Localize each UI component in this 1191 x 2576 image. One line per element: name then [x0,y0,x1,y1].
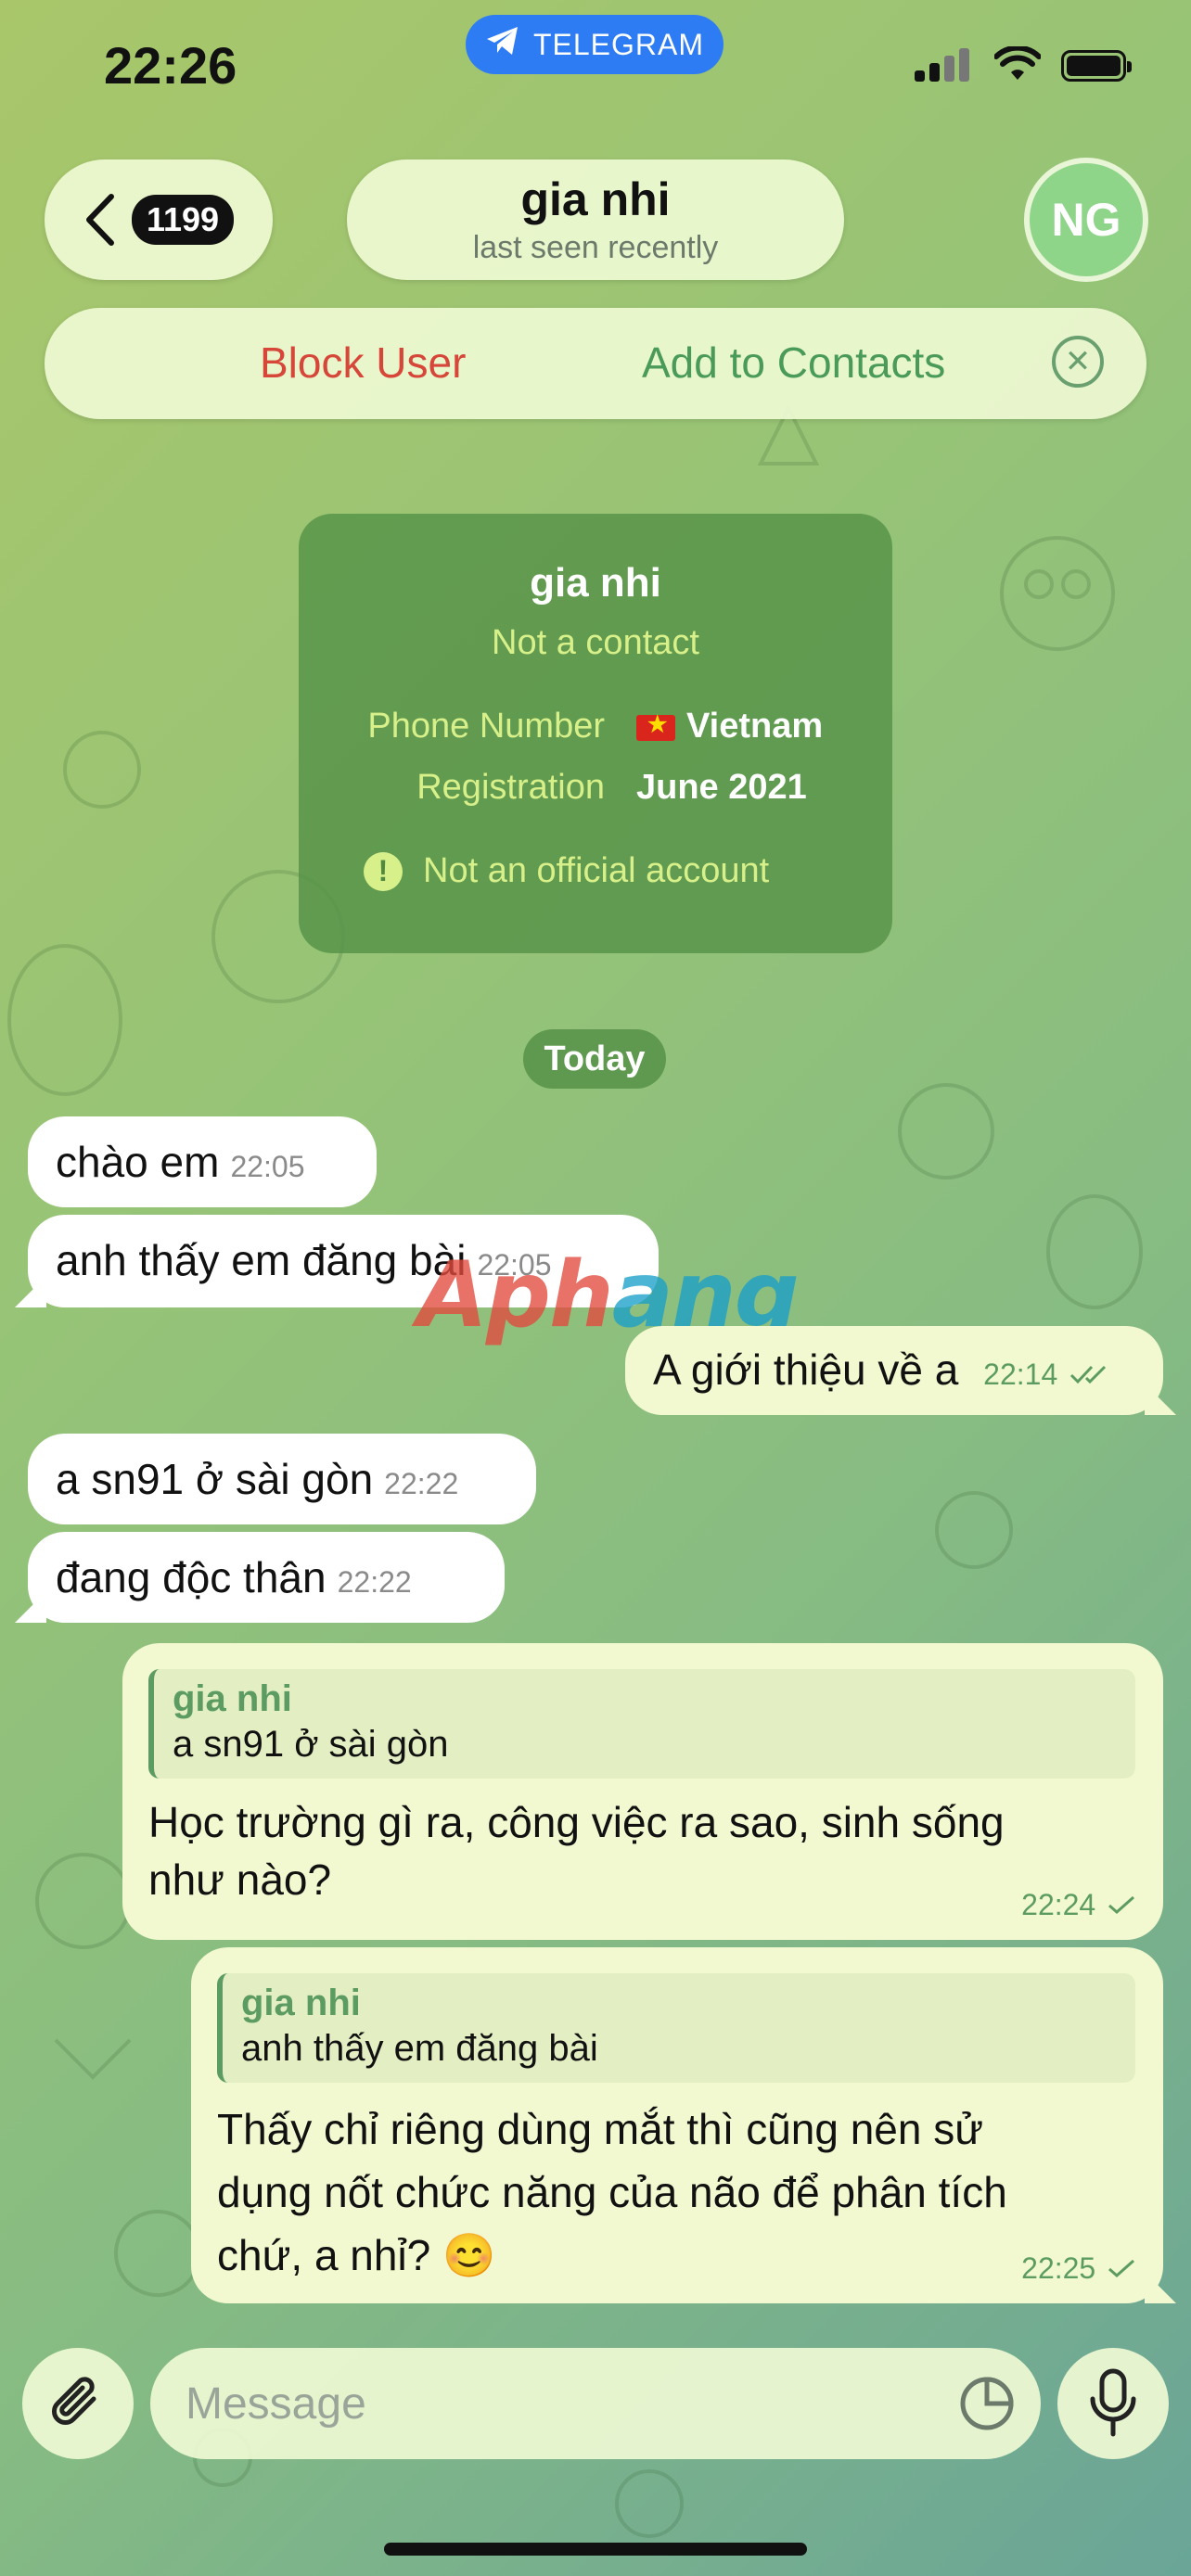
message-bubble-incoming[interactable]: a sn91 ở sài gòn 22:22 [28,1434,536,1524]
info-subtitle: Not a contact [492,623,699,662]
message-bubble-incoming[interactable]: chào em 22:05 [28,1116,377,1207]
message-text: chào em [56,1138,220,1186]
message-time: 22:05 [230,1150,305,1183]
info-name: gia nhi [530,560,661,606]
add-to-contacts-button[interactable]: Add to Contacts [642,338,945,388]
registration-value: June 2021 [636,768,807,807]
message-time: 22:25 [1021,2251,1096,2285]
reply-text: a sn91 ở sài gòn [173,1724,449,1765]
close-icon[interactable]: ✕ [1052,336,1104,388]
message-line: chứ, a nhỉ? 😊 [217,2231,496,2279]
last-seen-status: last seen recently [472,230,719,265]
block-user-button[interactable]: Block User [260,338,466,388]
reply-quote[interactable]: gia nhi a sn91 ở sài gòn [148,1669,1135,1779]
phone-number-label: Phone Number [367,707,605,746]
message-text: Học trường gì ra, công việc ra sao, sinh… [148,1793,1135,1908]
message-text: a sn91 ở sài gòn [56,1455,374,1503]
wifi-icon [994,46,1041,80]
phone-number-value: Vietnam [636,707,823,746]
reply-text: anh thấy em đăng bài [241,2028,598,2069]
message-meta: 22:25 [1021,2238,1135,2289]
message-bubble-outgoing-reply[interactable]: gia nhi anh thấy em đăng bài Thấy chỉ ri… [191,1947,1163,2303]
telegram-label: TELEGRAM [532,27,705,61]
telegram-icon [485,25,520,64]
message-time: 22:14 [983,1358,1058,1391]
check-icon [1108,2259,1134,2277]
contact-name: gia nhi [520,173,671,225]
message-bubble-outgoing-reply[interactable]: gia nhi a sn91 ở sài gòn Học trường gì r… [122,1643,1163,1940]
message-text: anh thấy em đăng bài [56,1236,467,1284]
check-icon [1108,1895,1134,1914]
chat-title[interactable]: gia nhi last seen recently [347,159,844,280]
status-time: 22:26 [104,36,237,95]
status-icons [915,46,1132,82]
warning-icon: ! [364,851,403,891]
official-account-warning: ! Not an official account [364,851,769,891]
voice-message-button[interactable] [1057,2348,1169,2459]
double-check-icon [1069,1365,1107,1384]
message-line: dụng nốt chức năng của não để phân tích [217,2168,1007,2216]
avatar[interactable]: NG [1024,158,1148,282]
back-button[interactable]: 1199 [45,159,273,280]
attach-button[interactable] [22,2348,134,2459]
message-text: đang độc thân [56,1553,327,1601]
message-bubble-incoming[interactable]: đang độc thân 22:22 [28,1532,505,1623]
message-time: 22:22 [337,1565,412,1599]
back-chevron-icon [85,194,114,246]
warning-text: Not an official account [423,851,770,890]
reply-author: gia nhi [173,1678,292,1719]
message-input[interactable]: Message [150,2348,1041,2459]
battery-icon [1061,50,1132,82]
message-meta: 22:24 [1021,1875,1135,1925]
message-placeholder: Message [186,2378,366,2429]
reply-quote[interactable]: gia nhi anh thấy em đăng bài [217,1973,1135,2083]
contact-info-card: gia nhi Not a contact Phone Number Vietn… [299,514,892,953]
message-text: Thấy chỉ riêng dùng mắt thì cũng nên sử … [217,2098,1135,2287]
sticker-icon[interactable] [957,2374,1017,2433]
message-line: Thấy chỉ riêng dùng mắt thì cũng nên sử [217,2105,984,2153]
telegram-return-pill[interactable]: TELEGRAM [466,15,724,74]
reply-author: gia nhi [241,1983,361,2023]
vietnam-flag-icon [636,711,675,741]
contact-action-bar: Block User Add to Contacts ✕ [45,308,1146,419]
unread-count-badge: 1199 [131,195,235,245]
home-indicator[interactable] [384,2543,807,2556]
paperclip-icon [52,2377,96,2425]
message-time: 22:22 [384,1467,459,1500]
microphone-icon [1090,2368,1136,2437]
registration-label: Registration [416,768,605,807]
cellular-signal-icon [915,48,974,82]
phone-country: Vietnam [686,707,824,746]
message-line: như nào? [148,1855,332,1904]
date-separator: Today [523,1029,666,1089]
message-time: 22:24 [1021,1888,1096,1921]
message-bubble-outgoing[interactable]: A giới thiệu về a 22:14 [625,1326,1163,1415]
message-text: A giới thiệu về a [653,1345,959,1394]
message-line: Học trường gì ra, công việc ra sao, sinh… [148,1798,1005,1846]
watermark-part1: Aph [417,1243,614,1348]
